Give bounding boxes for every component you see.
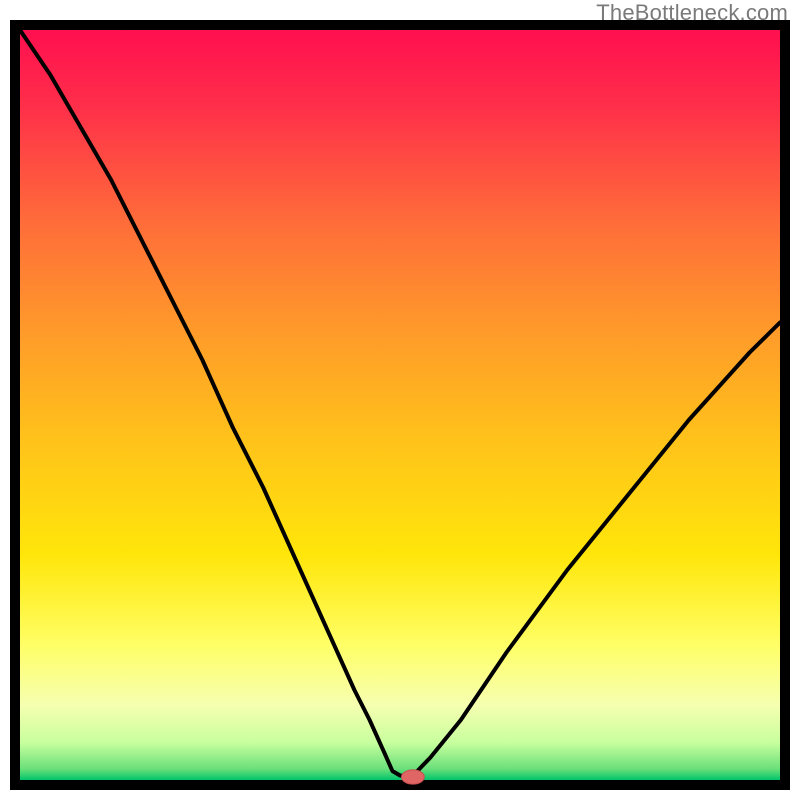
chart-container: TheBottleneck.com bbox=[0, 0, 800, 800]
watermark-text: TheBottleneck.com bbox=[596, 0, 788, 26]
plot-area bbox=[10, 20, 790, 790]
chart-svg bbox=[10, 20, 790, 790]
minimum-marker bbox=[402, 770, 425, 784]
chart-background bbox=[20, 30, 780, 780]
